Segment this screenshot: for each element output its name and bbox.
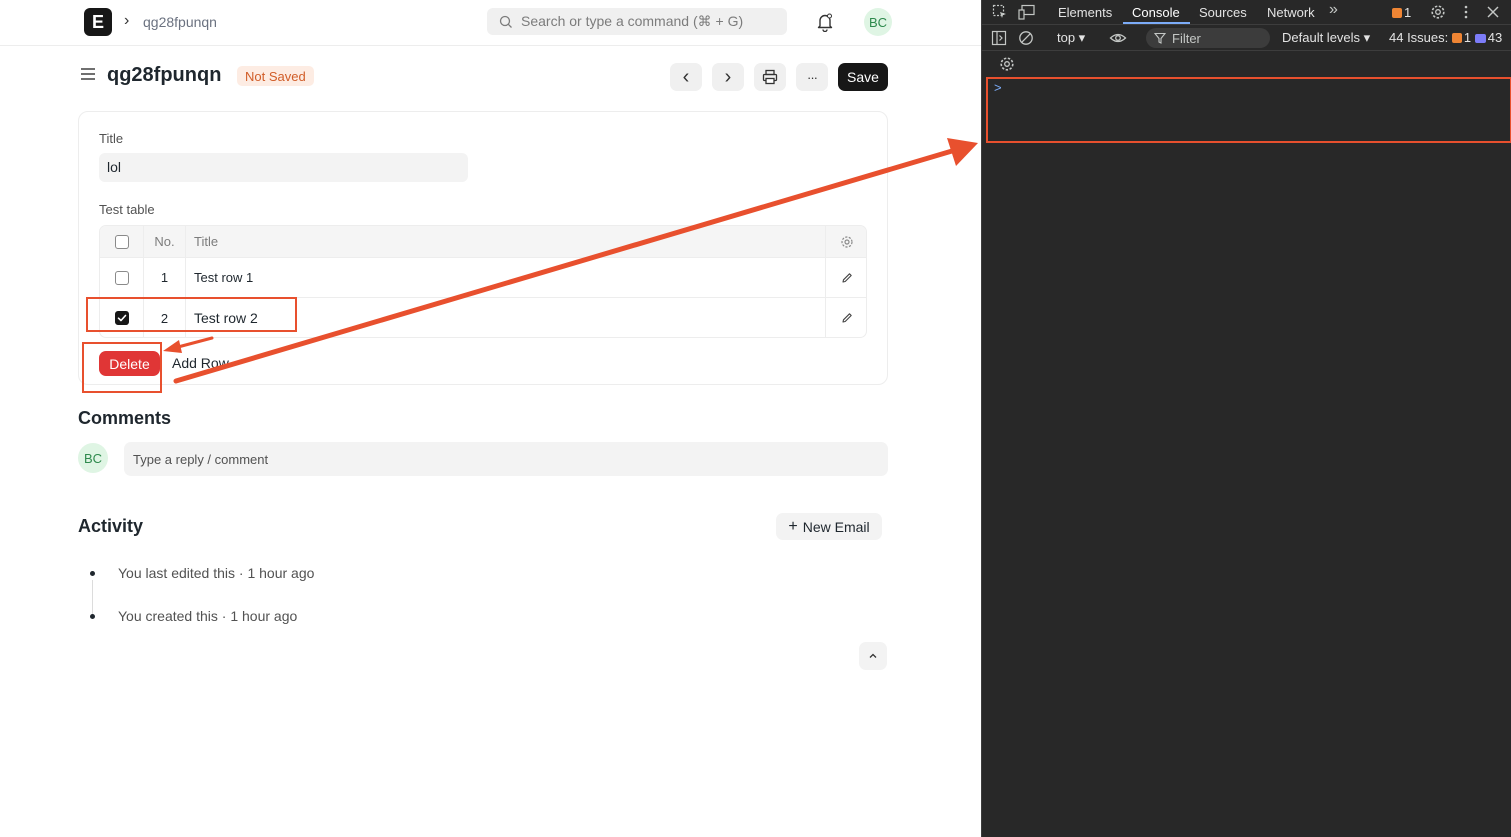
chevron-right-icon: › [724,65,732,88]
breadcrumb-separator: › [124,12,130,29]
devtools-tab-console[interactable]: Console [1132,5,1180,20]
chevron-left-icon: ‹ [682,65,690,88]
printer-icon [762,69,778,85]
app-logo[interactable]: E [84,8,112,36]
row-title[interactable]: Test row 1 [186,258,826,297]
activity-item: You created this · 1 hour ago [118,608,298,624]
plus-icon: + [788,517,798,535]
new-email-label: New Email [802,518,870,535]
device-toolbar-icon[interactable] [1018,4,1036,20]
title-field-label: Title [99,131,124,146]
sidebar-toggle-icon[interactable] [991,30,1007,46]
gear-icon[interactable] [840,235,854,249]
breadcrumb[interactable]: qg28fpunqn [143,14,217,30]
scroll-to-top-button[interactable] [859,642,887,670]
annotation-box-delete-button [82,342,162,393]
devtools-tab-sources[interactable]: Sources [1199,5,1247,20]
console-settings-icon[interactable] [999,56,1015,72]
annotation-box-selected-row [86,297,297,332]
navbar: E › qg28fpunqn Search or type a command … [0,0,981,46]
filter-placeholder: Filter [1172,30,1201,46]
timeline-dot [90,571,95,576]
search-bar[interactable]: Search or type a command (⌘ + G) [487,8,787,35]
close-devtools-icon[interactable] [1485,4,1501,20]
console-filter-input[interactable]: Filter [1146,28,1270,48]
active-tab-indicator [1123,22,1190,24]
timeline-dot [90,614,95,619]
column-header-title: Title [186,226,826,257]
row-number: 1 [144,258,186,297]
app-window: E › qg28fpunqn Search or type a command … [0,0,981,837]
next-doc-button[interactable]: › [712,63,744,91]
chevron-up-icon [869,653,877,658]
table-header-row: No. Title [100,226,866,258]
page-title: qg28fpunqn [107,64,222,86]
form-card: Title lol Test table No. Title 1 Test ro… [78,111,888,385]
search-placeholder: Search or type a command (⌘ + G) [521,13,744,29]
test-table-label: Test table [99,202,155,217]
select-all-checkbox[interactable] [114,234,129,249]
warning-counter[interactable]: 1 [1392,5,1411,20]
select-all-cell [100,226,144,257]
row-edit-cell [826,258,866,297]
column-header-no: No. [144,226,186,257]
row-edit-cell [826,298,866,337]
settings-gear-icon[interactable] [1430,4,1446,20]
comment-input[interactable]: Type a reply / comment [124,442,888,476]
clear-console-icon[interactable] [1018,30,1034,46]
devtools-panel: Elements Console Sources Network » 1 top… [981,0,1511,837]
sidebar-toggle-icon[interactable] [80,66,96,82]
filter-funnel-icon [1154,32,1166,44]
page-header: qg28fpunqn Not Saved ‹ › ··· Save [77,60,889,94]
column-settings-cell [826,226,866,257]
issues-counter[interactable]: 44 Issues: 1 43 [1389,30,1502,45]
warning-icon [1392,8,1402,18]
issues-warning-count: 1 [1463,30,1472,45]
pencil-icon[interactable] [841,272,853,284]
row-checkbox[interactable] [114,270,129,285]
issues-info-count: 43 [1487,30,1503,45]
commenter-avatar: BC [78,443,108,473]
annotation-box-console-output [986,77,1511,143]
new-email-button[interactable]: + New Email [776,513,882,540]
title-field[interactable]: lol [99,153,468,182]
comments-heading: Comments [78,408,172,428]
devtools-tab-network[interactable]: Network [1267,5,1315,20]
devtools-tab-elements[interactable]: Elements [1058,5,1112,20]
inspect-element-icon[interactable] [992,4,1008,20]
search-icon [499,15,512,28]
table-row[interactable]: 1 Test row 1 [100,258,866,298]
save-button[interactable]: Save [838,63,888,91]
notification-bell-icon[interactable] [816,12,834,32]
kebab-menu-icon[interactable] [1458,4,1474,20]
issues-label: 44 Issues: [1389,30,1449,45]
more-actions-button[interactable]: ··· [796,63,828,91]
console-toolbar: top ▾ Filter Default levels ▾ 44 Issues:… [982,25,1511,51]
print-button[interactable] [754,63,786,91]
row-select-cell [100,258,144,297]
context-selector[interactable]: top ▾ [1057,30,1085,46]
issues-info-icon [1474,34,1486,43]
live-expression-eye-icon[interactable] [1109,30,1127,46]
more-tabs-icon[interactable]: » [1329,1,1338,19]
log-levels-dropdown[interactable]: Default levels ▾ [1282,30,1370,46]
add-row-button[interactable]: Add Row [172,355,229,371]
devtools-tabbar: Elements Console Sources Network » 1 [982,0,1511,25]
timeline-line [92,580,93,616]
ellipsis-icon: ··· [807,69,818,85]
user-avatar[interactable]: BC [864,8,892,36]
pencil-icon[interactable] [841,312,853,324]
activity-item: You last edited this · 1 hour ago [118,565,315,581]
warning-count: 1 [1404,5,1412,20]
status-badge: Not Saved [237,66,314,86]
activity-heading: Activity [78,516,144,536]
previous-doc-button[interactable]: ‹ [670,63,702,91]
issues-warning-icon [1451,33,1462,43]
